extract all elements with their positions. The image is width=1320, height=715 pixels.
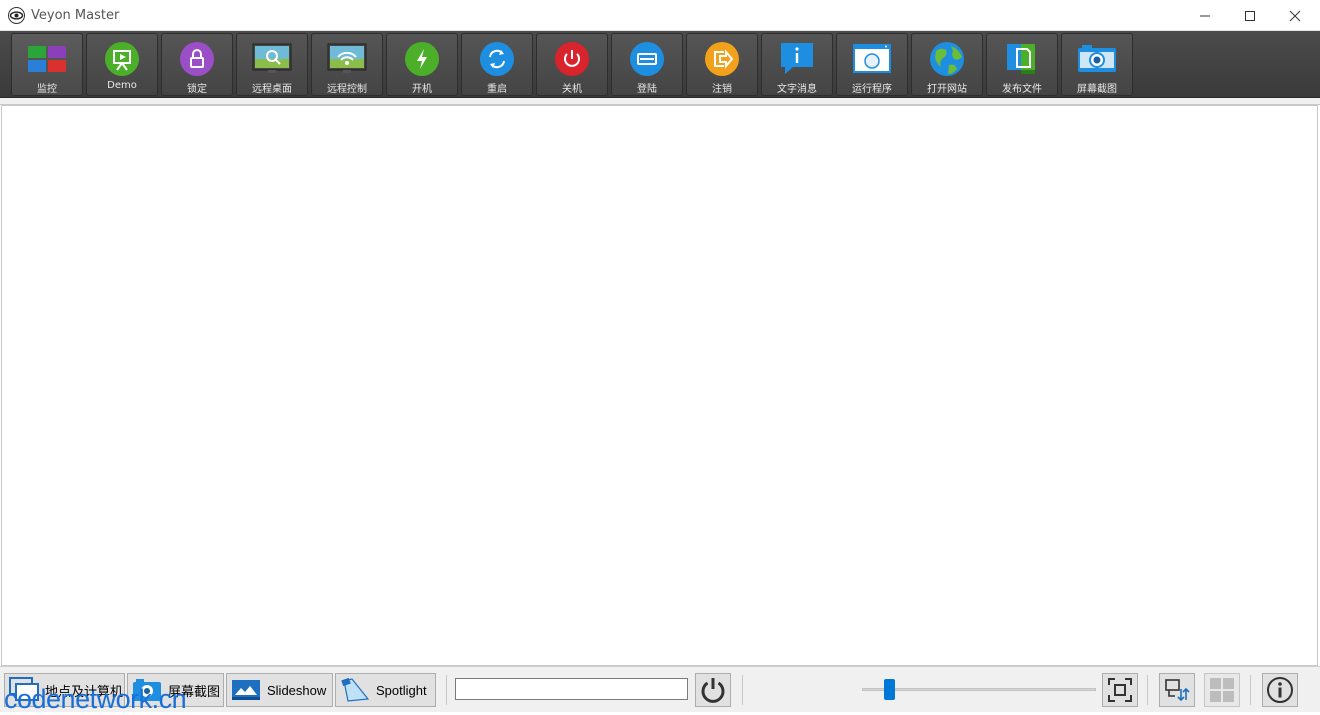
watermark-text: codenetwork.cn bbox=[4, 684, 187, 714]
auto-fit-button[interactable] bbox=[1102, 673, 1138, 707]
maximize-button[interactable] bbox=[1227, 0, 1273, 31]
window-title: Veyon Master bbox=[31, 8, 120, 23]
arrange-computers-button[interactable] bbox=[1159, 673, 1195, 707]
spotlight-icon bbox=[341, 677, 370, 702]
computer-filter-input[interactable] bbox=[455, 678, 688, 700]
info-icon bbox=[1267, 677, 1293, 703]
toolbar-text-message-button[interactable]: 文字消息 bbox=[761, 33, 833, 96]
power-on-icon bbox=[405, 42, 439, 76]
monitoring-icon bbox=[28, 46, 66, 72]
toolbar-logout-button[interactable]: 注销 bbox=[686, 33, 758, 96]
open-website-icon bbox=[930, 42, 964, 76]
toolbar-screenshot-button[interactable]: 屏幕截图 bbox=[1061, 33, 1133, 96]
text-message-icon bbox=[781, 43, 813, 74]
toolbar-lock-button[interactable]: 锁定 bbox=[161, 33, 233, 96]
slideshow-icon bbox=[232, 680, 260, 700]
statusbar-divider bbox=[1250, 675, 1251, 705]
toolbar-file-transfer-button[interactable]: 发布文件 bbox=[986, 33, 1058, 96]
toolbar-login-button[interactable]: 登陆 bbox=[611, 33, 683, 96]
run-program-icon bbox=[853, 44, 891, 73]
remote-control-icon bbox=[327, 43, 367, 73]
statusbar-divider bbox=[1147, 675, 1148, 705]
maximize-icon bbox=[1245, 10, 1255, 21]
statusbar-divider bbox=[742, 675, 743, 705]
screenshot-icon bbox=[1078, 45, 1116, 72]
power-off-icon bbox=[555, 42, 589, 76]
slideshow-button[interactable]: Slideshow bbox=[226, 673, 333, 707]
minimize-button[interactable] bbox=[1182, 0, 1228, 31]
toolbar-remote-view-button[interactable]: 远程桌面 bbox=[236, 33, 308, 96]
fit-to-screen-icon bbox=[1108, 678, 1132, 702]
slideshow-label: Slideshow bbox=[267, 682, 327, 698]
toolbar-separator bbox=[0, 98, 1320, 105]
toolbar-reboot-button[interactable]: 重启 bbox=[461, 33, 533, 96]
toolbar-power-on-button[interactable]: 开机 bbox=[386, 33, 458, 96]
minimize-icon bbox=[1200, 15, 1210, 16]
grid-icon bbox=[1210, 678, 1234, 702]
eye-icon bbox=[8, 7, 25, 24]
arrange-icon bbox=[1165, 679, 1190, 702]
file-transfer-icon bbox=[1007, 44, 1035, 74]
about-button[interactable] bbox=[1262, 673, 1298, 707]
statusbar-divider bbox=[446, 675, 447, 705]
title-bar: Veyon Master bbox=[0, 0, 1320, 31]
close-button[interactable] bbox=[1272, 0, 1318, 31]
logout-icon bbox=[705, 42, 739, 76]
close-icon bbox=[1289, 10, 1301, 21]
toolbar-power-off-button[interactable]: 关机 bbox=[536, 33, 608, 96]
power-icon bbox=[701, 678, 725, 703]
zoom-slider-handle[interactable] bbox=[884, 679, 896, 700]
main-toolbar: 监控 Demo 锁定 远程桌面 远程控制 开机 重启 关机 登陆 注销 文字消息… bbox=[0, 31, 1320, 98]
lock-icon bbox=[180, 42, 214, 76]
toolbar-remote-control-button[interactable]: 远程控制 bbox=[311, 33, 383, 96]
toolbar-open-website-button[interactable]: 打开网站 bbox=[911, 33, 983, 96]
toolbar-monitoring-button[interactable]: 监控 bbox=[11, 33, 83, 96]
computer-monitoring-area[interactable] bbox=[1, 105, 1318, 666]
toolbar-run-program-button[interactable]: 运行程序 bbox=[836, 33, 908, 96]
login-icon bbox=[630, 42, 664, 76]
zoom-slider[interactable] bbox=[862, 688, 1096, 691]
spotlight-button[interactable]: Spotlight bbox=[335, 673, 436, 707]
remote-view-icon bbox=[252, 43, 292, 73]
grid-view-button[interactable] bbox=[1204, 673, 1240, 707]
reboot-icon bbox=[480, 42, 514, 76]
spotlight-label: Spotlight bbox=[376, 682, 427, 698]
toolbar-demo-button[interactable]: Demo bbox=[86, 33, 158, 96]
demo-presentation-icon bbox=[105, 42, 139, 76]
power-down-all-button[interactable] bbox=[695, 673, 731, 707]
